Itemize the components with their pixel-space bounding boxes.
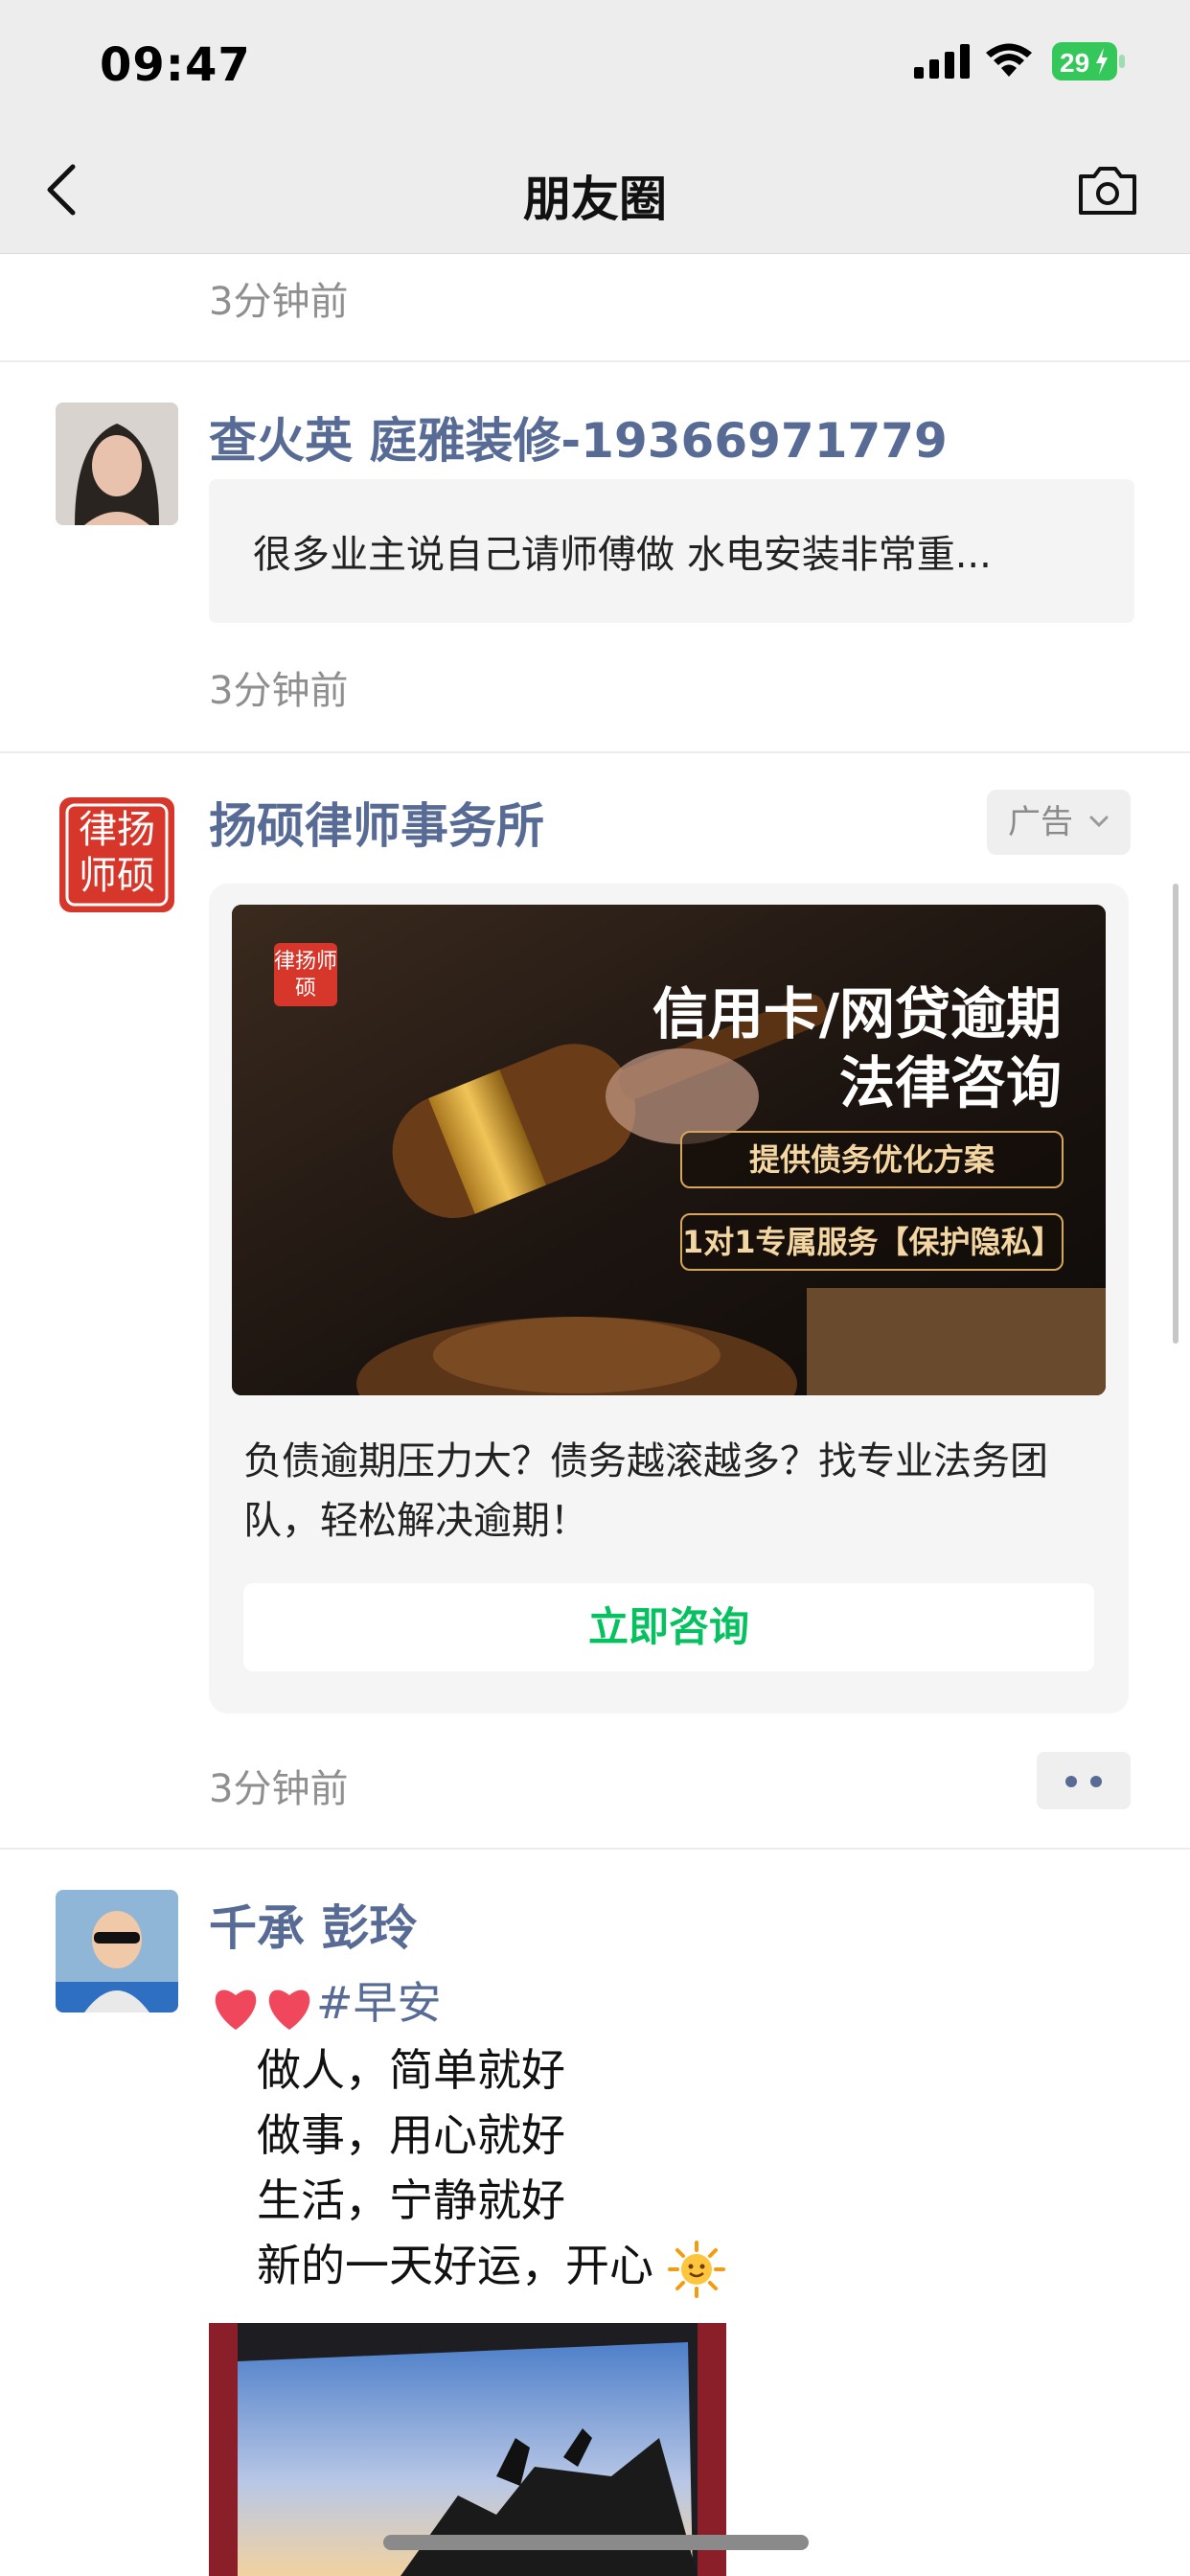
avatar[interactable]: [56, 1890, 178, 2012]
ad-label-text: 广告: [1008, 803, 1073, 841]
sun-face-icon: [667, 2240, 725, 2298]
page-title: 朋友圈: [523, 172, 667, 227]
post-text-line: 新的一天好运，开心: [257, 2240, 653, 2291]
post-last-line: 新的一天好运，开心: [257, 2231, 725, 2298]
chevron-down-icon: [1089, 816, 1109, 828]
wifi-icon: [986, 43, 1032, 77]
home-indicator: [383, 2535, 809, 2550]
avatar-photo-icon: [56, 1890, 178, 2012]
shared-link-text: 很多业主说自己请师傅做 水电安装非常重...: [253, 533, 992, 577]
shared-link-card[interactable]: 很多业主说自己请师傅做 水电安装非常重...: [209, 479, 1134, 623]
ad-headline: 信用卡/网贷逾期 法律咨询: [652, 979, 1062, 1117]
battery-level: 29: [1060, 48, 1089, 78]
divider: [0, 1848, 1190, 1850]
consult-now-button[interactable]: 立即咨询: [243, 1583, 1094, 1671]
post-text-line: 做人，简单就好: [257, 2044, 565, 2096]
post-text-line: 生活，宁静就好: [257, 2174, 565, 2226]
ad-headline-line-2: 法律咨询: [838, 1050, 1062, 1116]
top-bar: 09:47 29 朋友圈: [0, 0, 1190, 254]
divider: [0, 751, 1190, 753]
camera-icon[interactable]: [1077, 163, 1138, 217]
battery-icon: 29: [1052, 42, 1125, 80]
ad-pill-1: 提供债务优化方案: [680, 1131, 1064, 1188]
status-time: 09:47: [100, 38, 251, 92]
divider: [0, 360, 1190, 362]
advertiser-avatar[interactable]: 律扬师硕: [56, 794, 178, 916]
post-nickname[interactable]: 千承 彭玲: [209, 1890, 417, 1959]
dot-icon: [1065, 1776, 1077, 1787]
post-text-line: 做事，用心就好: [257, 2109, 565, 2161]
avatar[interactable]: [56, 402, 178, 525]
avatar-photo-icon: [56, 402, 178, 525]
avatar-seal-text: 律扬师硕: [79, 808, 155, 898]
heart-icon: [209, 1982, 263, 2032]
dot-icon: [1090, 1776, 1102, 1787]
post-nickname[interactable]: 扬硕律师事务所: [209, 788, 544, 857]
heart-icon: [263, 1982, 316, 2032]
scrollbar[interactable]: [1173, 884, 1179, 1344]
ad-headline-line-1: 信用卡/网贷逾期: [652, 981, 1062, 1046]
previous-post-timestamp: 3分钟前: [209, 280, 349, 324]
ad-logo: 律扬师硕: [274, 943, 337, 1006]
post-timestamp: 3分钟前: [209, 669, 349, 713]
post-nickname[interactable]: 查火英 庭雅装修-19366971779: [209, 402, 948, 472]
post-timestamp: 3分钟前: [209, 1767, 349, 1811]
ad-pill-2: 1对1专属服务【保护隐私】: [680, 1213, 1064, 1271]
post-first-line: #早安: [209, 1968, 442, 2032]
ad-image[interactable]: 律扬师硕 信用卡/网贷逾期 法律咨询 提供债务优化方案 1对1专属服务【保护隐私…: [232, 905, 1106, 1395]
ad-card[interactable]: 律扬师硕 信用卡/网贷逾期 法律咨询 提供债务优化方案 1对1专属服务【保护隐私…: [209, 884, 1129, 1714]
cellular-signal-icon: [914, 44, 970, 79]
more-actions-button[interactable]: [1037, 1752, 1131, 1809]
hashtag-link[interactable]: #早安: [316, 1977, 442, 2029]
ad-description: 负债逾期压力大？债务越滚越多？找专业法务团队，轻松解决逾期！: [243, 1439, 1048, 1543]
ad-label[interactable]: 广告: [987, 790, 1131, 855]
